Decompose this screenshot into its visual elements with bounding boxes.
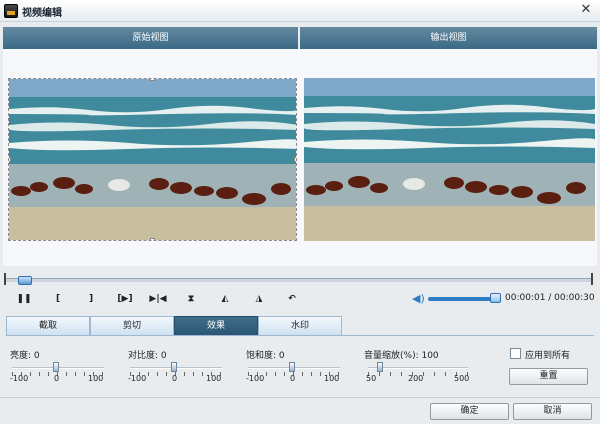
contrast-label: 对比度: 0 (128, 351, 167, 361)
tab-cut[interactable]: 剪切 (90, 316, 174, 336)
original-view-header: 原始视图 (3, 27, 298, 49)
brightness-max: 100 (88, 374, 104, 383)
cancel-button[interactable]: 取消 (513, 403, 592, 420)
footer-divider (0, 397, 600, 398)
beach-horses-image (9, 79, 296, 240)
reset-button[interactable]: 重置 (509, 368, 588, 385)
title-bar: 视频编辑 ✕ (0, 0, 600, 22)
contrast-min: -100 (128, 374, 147, 383)
apply-all-checkbox[interactable] (510, 348, 521, 359)
tab-capture[interactable]: 截取 (6, 316, 90, 336)
volume-scale-label: 音量缩放(%): 100 (364, 351, 439, 361)
tab-divider (6, 335, 594, 336)
close-icon[interactable]: ✕ (578, 2, 594, 18)
contrast-mid: 0 (172, 374, 178, 383)
output-view-header: 输出视图 (300, 27, 597, 49)
timeline-playhead[interactable] (18, 276, 32, 285)
apply-all-label: 应用到所有 (525, 351, 571, 361)
undo-icon[interactable]: ↶ (282, 291, 302, 307)
saturation-slider-thumb[interactable] (289, 362, 295, 372)
volume-scale-slider-thumb[interactable] (377, 362, 383, 372)
step-icon[interactable]: ▶|◀ (147, 291, 169, 307)
brightness-mid: 0 (54, 374, 60, 383)
volume-slider-thumb[interactable] (490, 293, 501, 303)
timeline-track[interactable] (6, 278, 592, 282)
saturation-mid: 0 (290, 374, 296, 383)
saturation-min: -100 (246, 374, 265, 383)
app-icon (4, 4, 18, 18)
crop-handle[interactable] (294, 157, 296, 162)
brightness-min: -100 (10, 374, 29, 383)
mark-out-icon[interactable]: ] (81, 291, 101, 307)
flip-vertical-icon[interactable]: ⧗ (181, 291, 201, 307)
beach-horses-image (304, 78, 595, 241)
brightness-slider-thumb[interactable] (53, 362, 59, 372)
mark-in-icon[interactable]: [ (48, 291, 68, 307)
ok-button[interactable]: 确定 (430, 403, 509, 420)
timeline-end-marker (591, 273, 593, 285)
crop-handle[interactable] (9, 157, 11, 162)
rotate-left-icon[interactable]: ◭ (215, 291, 235, 307)
time-readout: 00:00:01 / 00:00:30 (505, 293, 595, 303)
volume-slider[interactable] (428, 297, 499, 301)
tab-effects[interactable]: 效果 (174, 316, 258, 336)
volume-scale-max: 500 (454, 374, 470, 383)
speaker-icon[interactable]: ◀) (412, 293, 426, 305)
rotate-right-icon[interactable]: ◮ (249, 291, 269, 307)
saturation-label: 饱和度: 0 (246, 351, 285, 361)
crop-handle[interactable] (150, 79, 155, 81)
volume-scale-mid: 200 (408, 374, 424, 383)
output-video-frame (304, 78, 595, 241)
window-title: 视频编辑 (22, 8, 62, 19)
original-video-frame[interactable] (8, 78, 297, 241)
volume-scale-min: 50 (366, 374, 377, 383)
crop-handle[interactable] (150, 238, 155, 240)
play-segment-icon[interactable]: [▶] (114, 291, 136, 307)
brightness-label: 亮度: 0 (10, 351, 40, 361)
saturation-max: 100 (324, 374, 340, 383)
tab-watermark[interactable]: 水印 (258, 316, 342, 336)
contrast-slider-thumb[interactable] (171, 362, 177, 372)
contrast-max: 100 (206, 374, 222, 383)
pause-icon[interactable]: ❚❚ (14, 291, 34, 307)
